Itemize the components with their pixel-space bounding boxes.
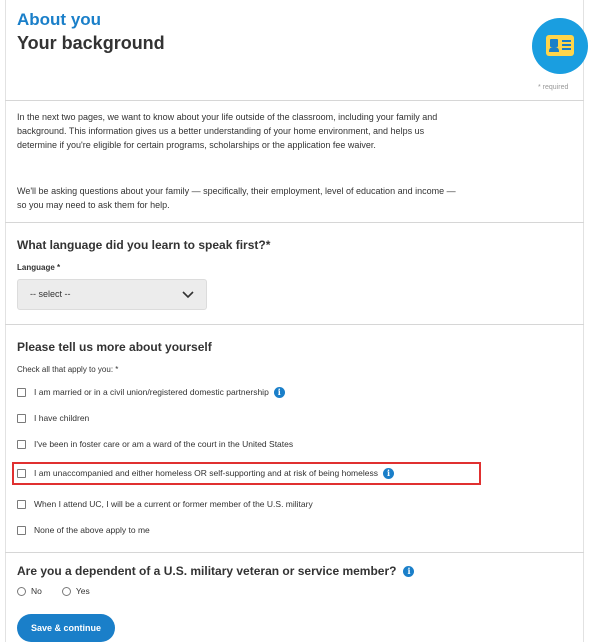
about-yourself-question: Please tell us more about yourself [17, 340, 212, 354]
checkbox-option-none[interactable]: None of the above apply to me [17, 522, 150, 538]
checkbox[interactable] [17, 499, 26, 509]
divider [5, 324, 584, 325]
military-radio-group: No Yes [17, 586, 110, 596]
id-card-icon [532, 18, 588, 74]
form-card [5, 0, 584, 642]
checkbox-label: I've been in foster care or am a ward of… [34, 439, 294, 449]
checkbox[interactable] [17, 439, 26, 449]
checkbox-label: None of the above apply to me [34, 525, 150, 535]
divider [5, 222, 584, 223]
checkbox-label: I am married or in a civil union/registe… [34, 387, 269, 397]
checkbox-instruction: Check all that apply to you: * [17, 365, 119, 374]
radio-label-yes: Yes [75, 586, 90, 596]
language-field-label: Language * [17, 263, 61, 272]
language-question: What language did you learn to speak fir… [17, 238, 271, 252]
language-select-value: -- select -- [30, 289, 71, 299]
intro-paragraph: In the next two pages, we want to know a… [17, 112, 438, 150]
checkbox-option-married[interactable]: I am married or in a civil union/registe… [17, 384, 285, 400]
intro-paragraph: We'll be asking questions about your fam… [17, 186, 456, 210]
page-header: About you Your background [17, 10, 165, 54]
chevron-down-icon [182, 291, 194, 299]
language-select[interactable]: -- select -- [17, 279, 207, 310]
checkbox-option-children[interactable]: I have children [17, 410, 89, 426]
checkbox[interactable] [17, 468, 26, 478]
military-question: Are you a dependent of a U.S. military v… [17, 564, 397, 578]
checkbox-label: I have children [34, 413, 90, 423]
checkbox-option-military[interactable]: When I attend UC, I will be a current or… [17, 496, 313, 512]
radio-yes[interactable] [61, 586, 71, 596]
info-icon[interactable]: i [382, 467, 394, 479]
checkbox[interactable] [17, 413, 26, 423]
checkbox-option-homeless[interactable]: I am unaccompanied and either homeless O… [17, 465, 394, 481]
page-title: Your background [17, 33, 165, 53]
divider [5, 100, 584, 101]
radio-no[interactable] [17, 586, 26, 596]
divider [5, 552, 584, 553]
military-question-row: Are you a dependent of a U.S. military v… [17, 564, 415, 578]
checkbox[interactable] [17, 387, 26, 397]
radio-label-no: No [31, 586, 42, 596]
section-title: About you [17, 10, 102, 29]
save-continue-button[interactable]: Save & continue [17, 614, 115, 642]
checkbox-option-foster-care[interactable]: I've been in foster care or am a ward of… [17, 436, 293, 452]
checkbox[interactable] [17, 525, 26, 535]
required-note: * required [538, 84, 569, 91]
checkbox-label: I am unaccompanied and either homeless O… [34, 468, 378, 478]
info-icon[interactable]: i [403, 565, 415, 577]
info-icon[interactable]: i [273, 386, 285, 398]
checkbox-label: When I attend UC, I will be a current or… [34, 499, 313, 509]
